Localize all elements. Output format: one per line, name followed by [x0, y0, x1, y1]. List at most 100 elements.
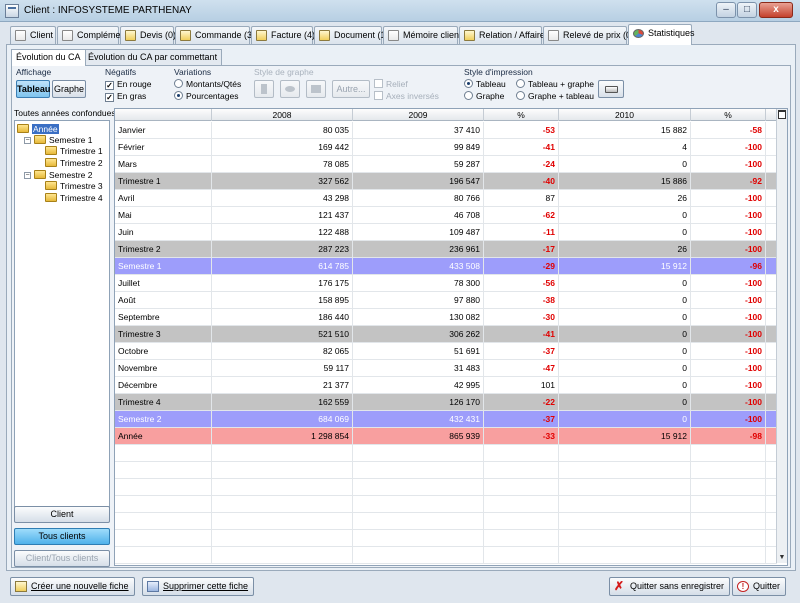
impression-graphe-tableau-radio[interactable]: Graphe + tableau — [516, 91, 594, 101]
tab-facture[interactable]: Facture (4) — [251, 26, 315, 44]
print-button[interactable] — [598, 80, 624, 98]
table-row[interactable]: Semestre 1 614 785 433 508 -29 15 912 -96 — [115, 258, 777, 275]
tab-commande[interactable]: Commande (34) — [175, 26, 260, 44]
subtab-evolution-ca[interactable]: Évolution du CA — [11, 49, 86, 66]
tous-clients-button[interactable]: Tous clients — [14, 528, 110, 545]
impression-graphe-tableau-circle[interactable] — [516, 91, 525, 100]
montants-radio[interactable]: Montants/Qtés — [174, 79, 241, 89]
tab-relation-affaire[interactable]: Relation / Affaire — [459, 26, 545, 44]
quit-without-saving-button[interactable]: ✗ Quitter sans enregistrer — [609, 577, 731, 596]
table-row[interactable]: Janvier 80 035 37 410 -53 15 882 -58 — [115, 122, 777, 139]
tree-node-trimestre-2[interactable]: Trimestre 2 — [45, 158, 103, 169]
minimize-button[interactable]: – — [716, 2, 736, 18]
impression-tableau-circle[interactable] — [464, 79, 473, 88]
tableau-button[interactable]: Tableau — [16, 80, 50, 98]
axes-inverses-checkbox[interactable]: Axes inversés — [374, 91, 439, 101]
table-row[interactable]: Mai 121 437 46 708 -62 0 -100 — [115, 207, 777, 224]
cell-ca-2009: 306 262 — [353, 326, 484, 343]
cell-ca-2009: 99 849 — [353, 139, 484, 156]
cell-period: Trimestre 4 — [115, 394, 212, 411]
impression-graphe-radio[interactable]: Graphe — [464, 91, 504, 101]
tree-node-annee[interactable]: Année — [17, 124, 59, 135]
bar-graph-style-button[interactable] — [254, 80, 274, 98]
cell-ca-2010: 0 — [559, 394, 691, 411]
tree-node-semestre-1[interactable]: Semestre 1 — [34, 135, 92, 146]
table-row[interactable]: Avril 43 298 80 766 87 26 -100 — [115, 190, 777, 207]
cell-period: Juillet — [115, 275, 212, 292]
table-row[interactable]: Juin 122 488 109 487 -11 0 -100 — [115, 224, 777, 241]
empty-cell — [115, 530, 212, 547]
en-rouge-checkbox[interactable]: ✓ En rouge — [105, 79, 152, 90]
montants-radio-circle[interactable] — [174, 79, 183, 88]
cell-pct-2010: -96 — [691, 258, 766, 275]
period-tree: Année − Semestre 1 Trimestre 1 Trimestre… — [14, 120, 110, 510]
expander-semestre-1[interactable]: − — [24, 137, 31, 144]
tree-node-trimestre-4[interactable]: Trimestre 4 — [45, 193, 103, 204]
cell-period: Janvier — [115, 122, 212, 139]
en-gras-checkbox[interactable]: ✓ En gras — [105, 91, 146, 102]
impression-tableau-graphe-radio[interactable]: Tableau + graphe — [516, 79, 594, 89]
cell-ca-2009: 433 508 — [353, 258, 484, 275]
empty-cell — [691, 547, 766, 564]
table-row[interactable]: Août 158 895 97 880 -38 0 -100 — [115, 292, 777, 309]
table-row[interactable]: Trimestre 3 521 510 306 262 -41 0 -100 — [115, 326, 777, 343]
empty-row — [115, 530, 777, 547]
cell-ca-2009: 236 961 — [353, 241, 484, 258]
close-button[interactable]: x — [759, 2, 793, 18]
delete-record-button[interactable]: Supprimer cette fiche — [142, 577, 255, 596]
cell-ca-2010: 0 — [559, 292, 691, 309]
impression-graphe-circle[interactable] — [464, 91, 473, 100]
impression-tableau-graphe-circle[interactable] — [516, 79, 525, 88]
autre-button[interactable]: Autre... — [332, 80, 370, 98]
cell-ca-2010: 0 — [559, 224, 691, 241]
table-row[interactable]: Septembre 186 440 130 082 -30 0 -100 — [115, 309, 777, 326]
client-button[interactable]: Client — [14, 506, 110, 523]
table-row[interactable]: Mars 78 085 59 287 -24 0 -100 — [115, 156, 777, 173]
table-row[interactable]: Trimestre 2 287 223 236 961 -17 26 -100 — [115, 241, 777, 258]
table-row[interactable]: Novembre 59 117 31 483 -47 0 -100 — [115, 360, 777, 377]
table-row[interactable]: Décembre 21 377 42 995 101 0 -100 — [115, 377, 777, 394]
impression-tableau-radio[interactable]: Tableau — [464, 79, 506, 89]
empty-cell — [353, 462, 484, 479]
client-tous-clients-button[interactable]: Client/Tous clients — [14, 550, 110, 567]
tree-node-trimestre-3[interactable]: Trimestre 3 — [45, 181, 103, 192]
quit-button[interactable]: ! Quitter — [732, 577, 787, 596]
table-row[interactable]: Octobre 82 065 51 691 -37 0 -100 — [115, 343, 777, 360]
table-row[interactable]: Année 1 298 854 865 939 -33 15 912 -98 — [115, 428, 777, 445]
maximize-button[interactable]: □ — [737, 2, 757, 18]
en-rouge-check[interactable]: ✓ — [105, 81, 114, 90]
tab-statistiques[interactable]: Statistiques — [628, 24, 695, 45]
cell-period: Octobre — [115, 343, 212, 360]
table-row[interactable]: Trimestre 4 162 559 126 170 -22 0 -100 — [115, 394, 777, 411]
graphe-button[interactable]: Graphe — [52, 80, 86, 98]
trash-icon[interactable] — [778, 110, 786, 119]
pie-graph-style-button[interactable] — [280, 80, 300, 98]
axes-inverses-check[interactable] — [374, 91, 383, 100]
tree-node-semestre-2[interactable]: Semestre 2 — [34, 170, 92, 181]
cell-period: Février — [115, 139, 212, 156]
tab-memoire-client[interactable]: Mémoire client — [383, 26, 462, 44]
scroll-down-arrow-icon[interactable]: ▼ — [777, 553, 787, 563]
folder-icon — [45, 181, 57, 190]
area-graph-style-button[interactable] — [306, 80, 326, 98]
table-row[interactable]: Trimestre 1 327 562 196 547 -40 15 886 -92 — [115, 173, 777, 190]
pourcentages-radio-circle[interactable] — [174, 91, 183, 100]
pourcentages-radio[interactable]: Pourcentages — [174, 91, 238, 101]
subtab-evolution-ca-commettant[interactable]: Évolution du CA par commettant — [83, 49, 223, 65]
tab-complement[interactable]: Complément — [57, 26, 128, 44]
tab-releve-prix[interactable]: Relevé de prix (0) — [543, 26, 634, 44]
expander-semestre-2[interactable]: − — [24, 172, 31, 179]
tab-document[interactable]: Document (1) — [314, 26, 389, 44]
table-row[interactable]: Juillet 176 175 78 300 -56 0 -100 — [115, 275, 777, 292]
table-row[interactable]: Semestre 2 684 069 432 431 -37 0 -100 — [115, 411, 777, 428]
vertical-scrollbar[interactable]: ▼ — [776, 109, 787, 563]
table-row[interactable]: Février 169 442 99 849 -41 4 -100 — [115, 139, 777, 156]
relief-checkbox[interactable]: Relief — [374, 79, 408, 89]
create-new-record-button[interactable]: Créer une nouvelle fiche — [10, 577, 135, 596]
tab-client[interactable]: Client — [10, 26, 56, 44]
tree-node-trimestre-1[interactable]: Trimestre 1 — [45, 146, 103, 157]
cell-pct-2009: -37 — [484, 343, 559, 360]
relief-check[interactable] — [374, 79, 383, 88]
en-gras-check[interactable]: ✓ — [105, 93, 114, 102]
tab-devis[interactable]: Devis (0) — [120, 26, 176, 44]
